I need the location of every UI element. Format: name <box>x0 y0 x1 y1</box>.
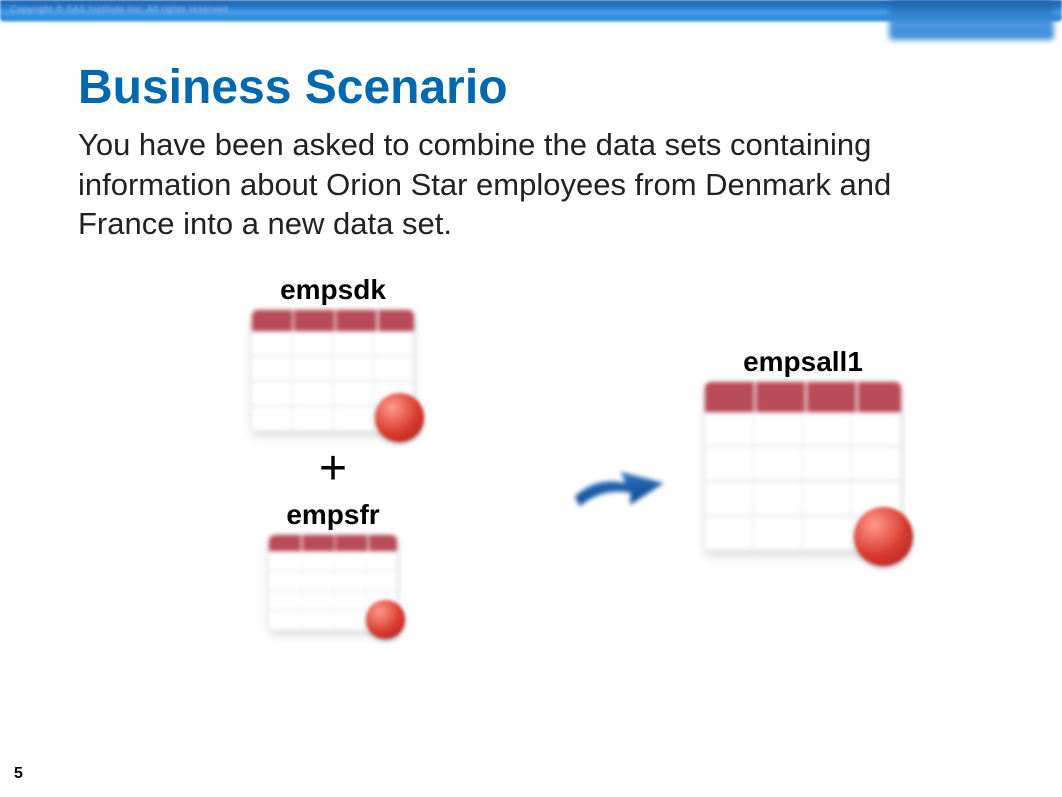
dataset-label-output: empsall1 <box>688 346 918 378</box>
diagram-inputs-group: empsdk + empsfr <box>223 274 443 636</box>
page-number: 5 <box>14 765 23 783</box>
diagram-output-group: empsall1 <box>688 346 918 557</box>
dataset-table-icon <box>252 310 414 432</box>
slide-content: Business Scenario You have been asked to… <box>0 42 1062 714</box>
table-badge-icon <box>366 600 404 638</box>
table-badge-icon <box>375 393 424 442</box>
table-badge-icon <box>854 507 913 566</box>
slide-body-text: You have been asked to combine the data … <box>78 125 978 244</box>
dataset-label-b: empsfr <box>223 499 443 531</box>
slide-banner: Copyright © SAS Institute Inc. All right… <box>0 0 1062 42</box>
slide-title: Business Scenario <box>78 60 992 115</box>
dataset-table-icon <box>705 382 901 552</box>
arrow-icon <box>568 462 668 512</box>
banner-copyright: Copyright © SAS Institute Inc. All right… <box>10 4 231 14</box>
diagram-area: empsdk + empsfr <box>78 274 992 714</box>
dataset-label-a: empsdk <box>223 274 443 306</box>
plus-operator: + <box>223 445 443 493</box>
banner-logo-block <box>889 0 1054 40</box>
dataset-table-icon <box>269 535 397 631</box>
